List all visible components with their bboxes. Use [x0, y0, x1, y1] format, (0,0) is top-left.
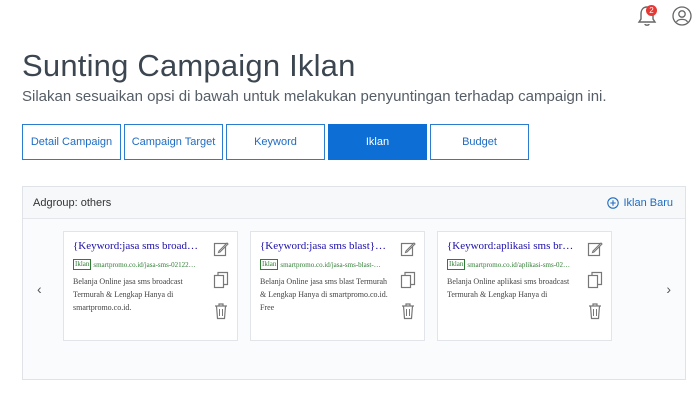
- prev-ads-arrow[interactable]: ‹: [37, 281, 42, 297]
- panel-header: Adgroup: others Iklan Baru: [23, 187, 685, 219]
- edit-icon[interactable]: [400, 240, 416, 258]
- ad-url-row: Iklan smartpromo.co.id/jasa-sms-02122…: [73, 259, 203, 270]
- tab-budget[interactable]: Budget: [430, 124, 529, 160]
- top-bar: 2: [636, 4, 692, 28]
- copy-icon[interactable]: [213, 271, 229, 289]
- ad-card: {Keyword:jasa sms blast} - P… Iklan smar…: [250, 231, 425, 341]
- ad-card: {Keyword:jasa sms broadcas… Iklan smartp…: [63, 231, 238, 341]
- new-ad-button[interactable]: Iklan Baru: [607, 197, 673, 209]
- ad-description: Belanja Online aplikasi sms broadcast Te…: [447, 277, 570, 299]
- user-menu-button[interactable]: [672, 6, 692, 26]
- ad-title[interactable]: {Keyword:aplikasi sms broa…: [447, 240, 575, 252]
- plus-circle-icon: [607, 196, 620, 209]
- ad-tag: Iklan: [447, 259, 466, 270]
- edit-icon[interactable]: [587, 240, 603, 258]
- campaign-tabs: Detail Campaign Campaign Target Keyword …: [22, 124, 529, 160]
- notification-badge: 2: [646, 5, 657, 16]
- ad-title[interactable]: {Keyword:jasa sms broadcas…: [73, 240, 201, 252]
- tab-iklan[interactable]: Iklan: [328, 124, 427, 160]
- copy-icon[interactable]: [587, 271, 603, 289]
- adgroup-label: Adgroup: others: [33, 196, 112, 209]
- new-ad-label: Iklan Baru: [623, 196, 673, 209]
- ad-url-row: Iklan smartpromo.co.id/aplikasi-sms-02…: [447, 259, 577, 270]
- ads-panel: Adgroup: others Iklan Baru ‹ › {Keyword:…: [22, 186, 686, 380]
- trash-icon[interactable]: [213, 302, 229, 320]
- ad-description: Belanja Online jasa sms broadcast Termur…: [73, 277, 183, 312]
- next-ads-arrow[interactable]: ›: [666, 281, 671, 297]
- ad-actions: [400, 240, 416, 320]
- trash-icon[interactable]: [587, 302, 603, 320]
- ad-url-row: Iklan smartpromo.co.id/jasa-sms-blast-…: [260, 259, 390, 270]
- ad-actions: [213, 240, 229, 320]
- ad-url: smartpromo.co.id/jasa-sms-02122…: [93, 260, 196, 269]
- notification-button[interactable]: 2: [636, 4, 658, 28]
- ad-url: smartpromo.co.id/jasa-sms-blast-…: [280, 260, 381, 269]
- ad-tag: Iklan: [260, 259, 279, 270]
- ad-card: {Keyword:aplikasi sms broa… Iklan smartp…: [437, 231, 612, 341]
- ad-title[interactable]: {Keyword:jasa sms blast} - P…: [260, 240, 388, 252]
- ad-actions: [587, 240, 603, 320]
- page-subtitle: Silakan sesuaikan opsi di bawah untuk me…: [22, 88, 607, 105]
- page-title: Sunting Campaign Iklan: [22, 48, 356, 83]
- ad-description: Belanja Online jasa sms blast Termurah &…: [260, 277, 388, 312]
- edit-icon[interactable]: [213, 240, 229, 258]
- user-icon: [672, 6, 692, 26]
- tab-keyword[interactable]: Keyword: [226, 124, 325, 160]
- ad-tag: Iklan: [73, 259, 92, 270]
- tab-campaign-target[interactable]: Campaign Target: [124, 124, 223, 160]
- trash-icon[interactable]: [400, 302, 416, 320]
- ad-url: smartpromo.co.id/aplikasi-sms-02…: [467, 260, 571, 269]
- copy-icon[interactable]: [400, 271, 416, 289]
- ad-cards: {Keyword:jasa sms broadcas… Iklan smartp…: [63, 231, 612, 341]
- tab-detail-campaign[interactable]: Detail Campaign: [22, 124, 121, 160]
